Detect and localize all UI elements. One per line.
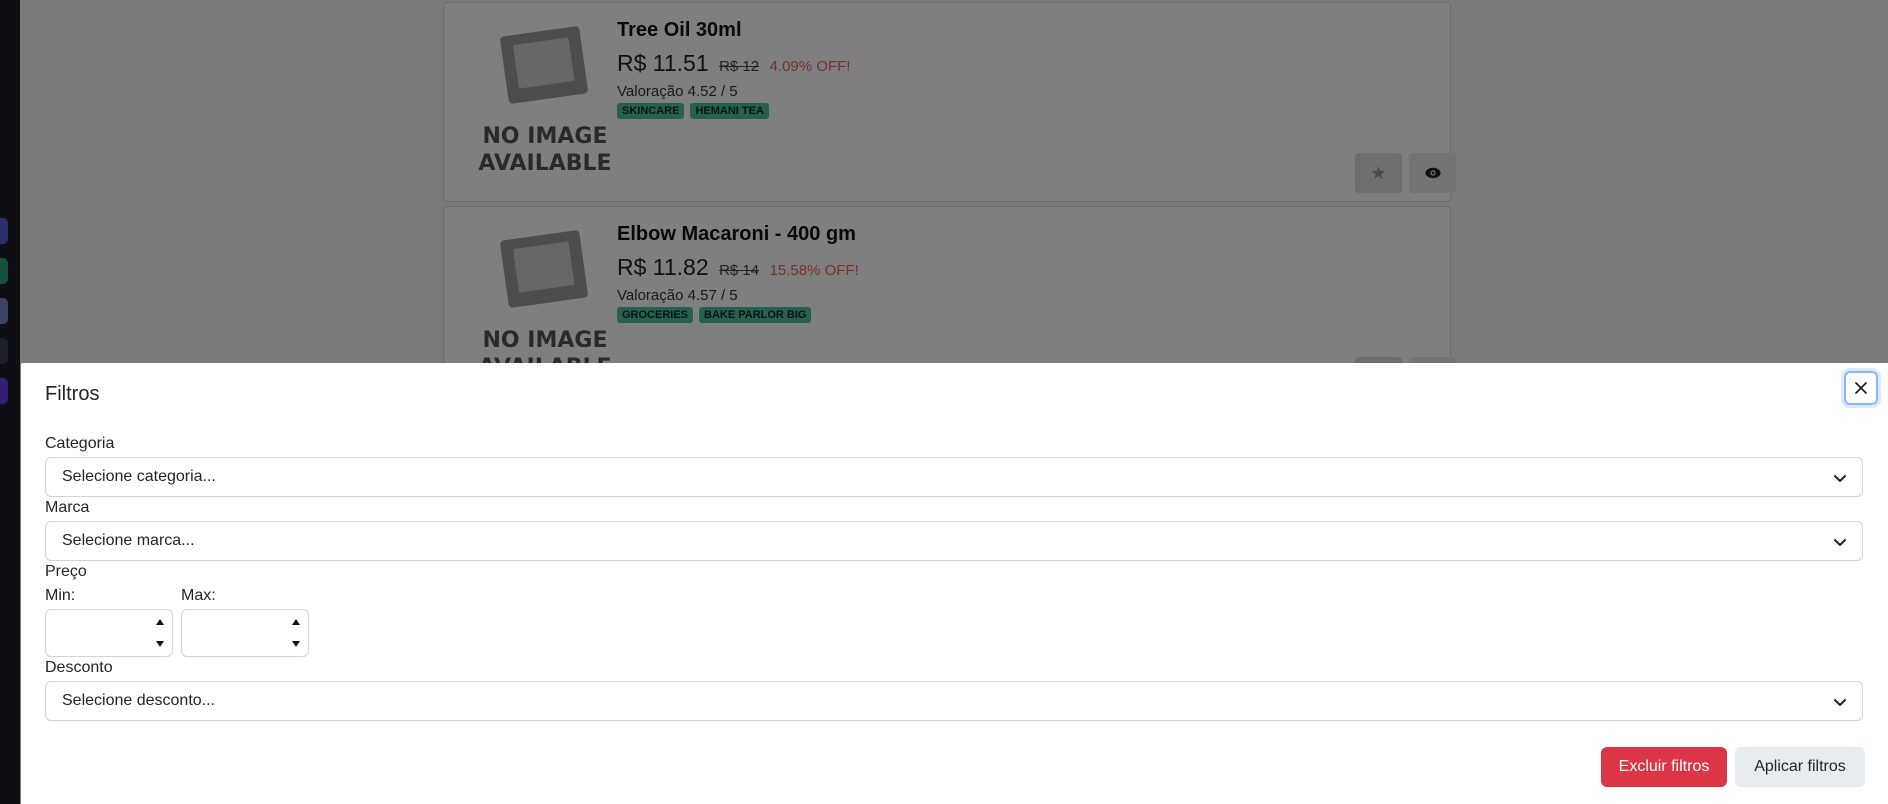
increment-button[interactable] — [286, 612, 306, 632]
chevron-down-icon — [1834, 699, 1846, 706]
caret-down-icon — [292, 641, 300, 647]
chevron-down-icon — [1834, 539, 1846, 546]
decrement-button[interactable] — [150, 634, 170, 654]
close-icon — [1855, 382, 1867, 394]
caret-up-icon — [156, 619, 164, 625]
brand-select-value: Selecione marca... — [62, 532, 195, 549]
brand-select[interactable]: Selecione marca... — [45, 521, 1863, 561]
discount-label: Desconto — [45, 659, 113, 676]
close-button[interactable] — [1844, 371, 1878, 405]
clear-filters-button[interactable]: Excluir filtros — [1601, 747, 1727, 787]
discount-select-value: Selecione desconto... — [62, 692, 215, 709]
category-select[interactable]: Selecione categoria... — [45, 457, 1863, 497]
apply-filters-button[interactable]: Aplicar filtros — [1735, 747, 1865, 787]
chevron-down-icon — [1834, 475, 1846, 482]
category-label: Categoria — [45, 435, 115, 452]
caret-down-icon — [156, 641, 164, 647]
category-select-value: Selecione categoria... — [62, 468, 216, 485]
max-price-label: Max: — [181, 587, 216, 604]
caret-up-icon — [292, 619, 300, 625]
increment-button[interactable] — [150, 612, 170, 632]
max-price-input[interactable] — [181, 609, 309, 657]
decrement-button[interactable] — [286, 634, 306, 654]
min-price-input[interactable] — [45, 609, 173, 657]
discount-select[interactable]: Selecione desconto... — [45, 681, 1863, 721]
filters-title: Filtros — [45, 383, 100, 405]
min-price-label: Min: — [45, 587, 76, 604]
price-label: Preço — [45, 563, 87, 580]
filters-offcanvas: Filtros Categoria Selecione categoria...… — [21, 363, 1888, 804]
brand-label: Marca — [45, 499, 90, 516]
